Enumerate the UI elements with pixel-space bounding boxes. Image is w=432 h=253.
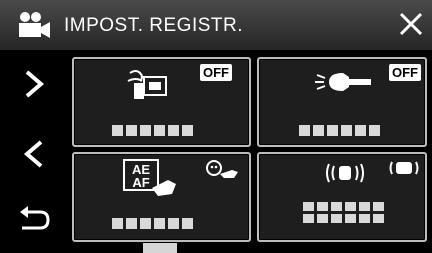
header-bar: IMPOST. REGISTR. [0, 0, 432, 50]
tile-touch-ae-af[interactable]: AE AF [72, 152, 251, 242]
tile-zoom-mic[interactable] [257, 152, 427, 242]
label-placeholder [112, 125, 193, 136]
close-icon[interactable] [398, 11, 424, 37]
label-placeholder [112, 218, 193, 229]
prev-page-button[interactable] [10, 130, 58, 178]
tile-video-light[interactable]: OFF [257, 57, 427, 147]
page-scroll-indicator [143, 243, 177, 253]
label-placeholder [299, 125, 380, 136]
face-tracking-icon [206, 160, 238, 178]
video-camera-icon [19, 12, 50, 38]
page-title: IMPOST. REGISTR. [64, 15, 244, 36]
zoom-mic-icon [326, 163, 364, 183]
wind-cut-microphone-icon [127, 70, 167, 99]
label-placeholder [303, 202, 384, 223]
return-button[interactable] [10, 196, 58, 244]
zoom-mic-level-icon [389, 161, 419, 175]
setting-value-badge: OFF [389, 64, 421, 81]
video-light-icon [315, 73, 371, 91]
tile-wind-cut[interactable]: OFF [72, 57, 251, 147]
ae-af-touch-icon: AE AF [123, 159, 176, 196]
next-page-button[interactable] [10, 60, 58, 108]
svg-text:AF: AF [132, 175, 149, 190]
setting-value-badge: OFF [200, 64, 232, 81]
sidebar [0, 50, 66, 253]
